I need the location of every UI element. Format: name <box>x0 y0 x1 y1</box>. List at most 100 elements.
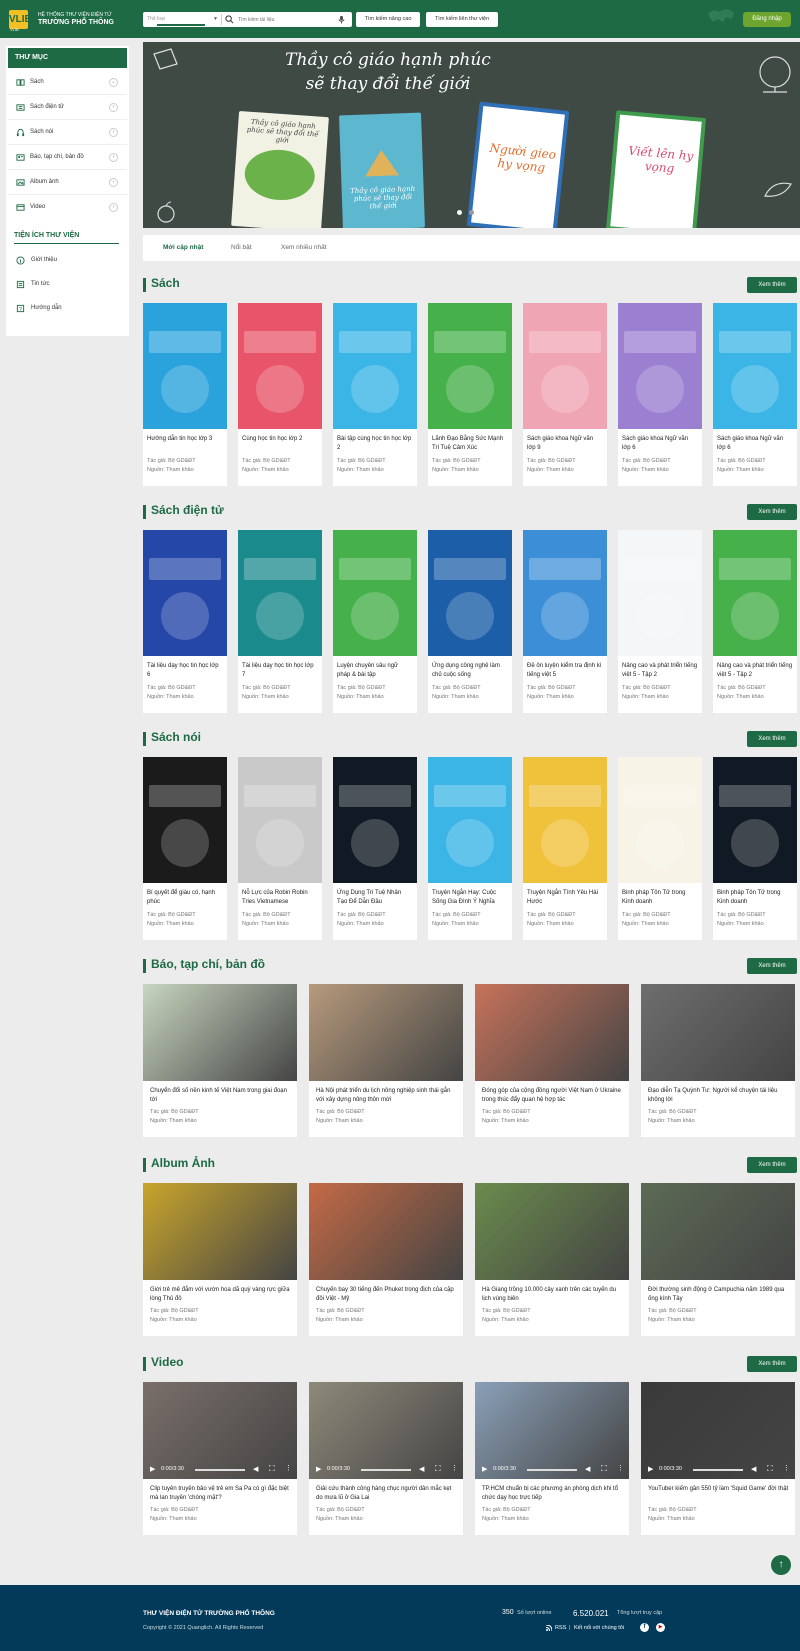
book-cover[interactable] <box>618 303 702 429</box>
interlibrary-search-button[interactable]: Tìm kiếm liên thư viện <box>426 12 498 27</box>
book-title[interactable]: Sách giáo khoa Ngữ văn lớp 9 <box>527 435 603 453</box>
book-card[interactable]: Nâng cao và phát triển tiếng việt 5 - Tậ… <box>618 530 702 713</box>
book-card[interactable]: Hướng dẫn tin học lớp 3 Tác giả: Bộ GD&ĐT… <box>143 303 227 486</box>
tab-noi-bat[interactable]: Nổi bật <box>231 244 252 251</box>
thumbnail-image[interactable] <box>641 1183 795 1280</box>
volume-icon[interactable]: ◀ <box>585 1465 590 1473</box>
book-title[interactable]: Bí quyết để giàu có, hạnh phúc <box>147 889 223 907</box>
video-progress-bar[interactable] <box>361 1469 411 1471</box>
book-title[interactable]: Luyện chuyên sâu ngữ pháp & bài tập <box>337 662 413 680</box>
book-card[interactable]: Sách giáo khoa Ngữ văn lớp 6 Tác giả: Bộ … <box>618 303 702 486</box>
play-icon[interactable]: ▶ <box>482 1465 487 1473</box>
book-card[interactable]: Đề ôn luyện kiểm tra định kì tiếng việt … <box>523 530 607 713</box>
audiobook-card[interactable]: Binh pháp Tôn Tử trong Kinh doanh Tác giả… <box>618 757 702 940</box>
video-player[interactable]: ▶ 0:00/3:30 ◀ ⛶ ⋮ <box>641 1382 795 1479</box>
thumbnail-image[interactable] <box>309 984 463 1081</box>
volume-icon[interactable]: ◀ <box>419 1465 424 1473</box>
fullscreen-icon[interactable]: ⛶ <box>767 1464 773 1474</box>
book-title[interactable]: Nỗ Lực của Robin Robin Tries Vietnamese <box>242 889 318 907</box>
video-player[interactable]: ▶ 0:00/3:30 ◀ ⛶ ⋮ <box>475 1382 629 1479</box>
book-title[interactable]: Lãnh Đạo Bằng Sức Mạnh Trí Tuệ Cảm Xúc <box>432 435 508 453</box>
book-title[interactable]: Sách giáo khoa Ngữ văn lớp 6 <box>622 435 698 453</box>
book-card[interactable]: Tài liệu dạy học tin học lớp 6 Tác giả: B… <box>143 530 227 713</box>
hero-banner[interactable]: Thầy cô giáo hạnh phúc sẽ thay đổi thế g… <box>143 42 800 228</box>
item-title[interactable]: Hà Giang trồng 10.000 cây xanh trên các … <box>482 1286 624 1304</box>
item-title[interactable]: Hà Nội phát triển du lịch nông nghiệp si… <box>316 1087 458 1105</box>
book-title[interactable]: Nâng cao và phát triển tiếng việt 5 - Tậ… <box>717 662 793 680</box>
video-card[interactable]: ▶ 0:00/3:30 ◀ ⛶ ⋮ Clip tuyên truyền bảo vệ tr… <box>143 1382 297 1535</box>
view-more-button[interactable]: Xem thêm <box>747 277 797 293</box>
book-card[interactable]: Nâng cao và phát triển tiếng việt 5 - Tậ… <box>713 530 797 713</box>
book-title[interactable]: Cùng học tin học lớp 2 <box>242 435 318 444</box>
rss-link[interactable]: RSS <box>555 1625 566 1631</box>
album-card[interactable]: Đời thường sinh động ở Campuchia năm 198… <box>641 1183 795 1336</box>
book-cover[interactable] <box>618 757 702 883</box>
book-cover[interactable] <box>333 303 417 429</box>
tab-xem-nhieu-nhat[interactable]: Xem nhiều nhất <box>281 244 327 251</box>
audiobook-card[interactable]: Ứng Dụng Trí Tuệ Nhân Tạo Để Dẫn Đầu Tác … <box>333 757 417 940</box>
view-more-button[interactable]: Xem thêm <box>747 958 797 974</box>
book-title[interactable]: Truyện Ngắn Hay: Cuộc Sống Gia Đình Ý Ng… <box>432 889 508 907</box>
fullscreen-icon[interactable]: ⛶ <box>269 1464 275 1474</box>
book-card[interactable]: Cùng học tin học lớp 2 Tác giả: Bộ GD&ĐT N… <box>238 303 322 486</box>
sidebar-item-sach[interactable]: Sách ⌄ <box>8 70 127 95</box>
view-more-button[interactable]: Xem thêm <box>747 504 797 520</box>
item-title[interactable]: Đời thường sinh động ở Campuchia năm 198… <box>648 1286 790 1304</box>
video-player[interactable]: ▶ 0:00/3:30 ◀ ⛶ ⋮ <box>143 1382 297 1479</box>
book-cover[interactable] <box>238 303 322 429</box>
book-card[interactable]: Sách giáo khoa Ngữ văn lớp 9 Tác giả: Bộ … <box>523 303 607 486</box>
book-title[interactable]: Ứng Dụng Trí Tuệ Nhân Tạo Để Dẫn Đầu <box>337 889 413 907</box>
book-cover[interactable] <box>713 530 797 656</box>
chevron-right-icon[interactable]: › <box>109 103 118 112</box>
item-title[interactable]: TP.HCM chuẩn bị các phương án phòng dịch… <box>482 1485 624 1503</box>
book-title[interactable]: Truyện Ngắn Tình Yêu Hài Hước <box>527 889 603 907</box>
item-title[interactable]: Chuyển đổi số nền kinh tế Việt Nam trong… <box>150 1087 292 1105</box>
album-card[interactable]: Hà Giang trồng 10.000 cây xanh trên các … <box>475 1183 629 1336</box>
item-title[interactable]: YouTuber kiếm gần 550 tỷ làm 'Squid Game… <box>648 1485 790 1494</box>
login-button[interactable]: Đăng nhập <box>743 12 791 27</box>
thumbnail-image[interactable] <box>475 984 629 1081</box>
chevron-right-icon[interactable]: › <box>109 153 118 162</box>
book-title[interactable]: Bài tập cùng học tin học lớp 2 <box>337 435 413 453</box>
book-card[interactable]: Sách giáo khoa Ngữ văn lớp 6 Tác giả: Bộ … <box>713 303 797 486</box>
book-cover[interactable] <box>713 757 797 883</box>
book-cover[interactable] <box>618 530 702 656</box>
audiobook-card[interactable]: Truyện Ngắn Hay: Cuộc Sống Gia Đình Ý Ng… <box>428 757 512 940</box>
search-input[interactable] <box>238 14 333 25</box>
article-card[interactable]: Chuyển đổi số nền kinh tế Việt Nam trong… <box>143 984 297 1137</box>
book-title[interactable]: Đề ôn luyện kiểm tra định kì tiếng việt … <box>527 662 603 680</box>
video-player[interactable]: ▶ 0:00/3:30 ◀ ⛶ ⋮ <box>309 1382 463 1479</box>
chevron-down-icon[interactable]: ⌄ <box>109 78 118 87</box>
book-cover[interactable] <box>428 530 512 656</box>
book-card[interactable]: Ứng dụng công nghệ làm chủ cuộc sống Tác … <box>428 530 512 713</box>
article-card[interactable]: Đóng góp của cộng đồng người Việt Nam ở … <box>475 984 629 1137</box>
play-icon[interactable]: ▶ <box>150 1465 155 1473</box>
rss-icon[interactable] <box>546 1625 552 1631</box>
utility-item-tin-tuc[interactable]: Tin tức <box>8 273 127 297</box>
book-cover[interactable] <box>428 303 512 429</box>
book-card[interactable]: Bài tập cùng học tin học lớp 2 Tác giả: B… <box>333 303 417 486</box>
play-icon[interactable]: ▶ <box>316 1465 321 1473</box>
sidebar-item-video[interactable]: Video › <box>8 195 127 220</box>
book-cover[interactable] <box>143 757 227 883</box>
play-icon[interactable]: ▶ <box>648 1465 653 1473</box>
book-cover[interactable] <box>238 757 322 883</box>
book-card[interactable]: Lãnh Đạo Bằng Sức Mạnh Trí Tuệ Cảm Xúc Tá… <box>428 303 512 486</box>
video-card[interactable]: ▶ 0:00/3:30 ◀ ⛶ ⋮ YouTuber kiếm gần 550 tỷ là… <box>641 1382 795 1535</box>
book-title[interactable]: Nâng cao và phát triển tiếng việt 5 - Tậ… <box>622 662 698 680</box>
book-title[interactable]: Sách giáo khoa Ngữ văn lớp 6 <box>717 435 793 453</box>
chevron-right-icon[interactable]: › <box>109 203 118 212</box>
audiobook-card[interactable]: Binh pháp Tôn Tử trong Kinh doanh Tác giả… <box>713 757 797 940</box>
book-cover[interactable] <box>523 530 607 656</box>
utility-item-huong-dan[interactable]: ? Hướng dẫn <box>8 297 127 321</box>
more-options-icon[interactable]: ⋮ <box>783 1464 790 1472</box>
book-cover[interactable] <box>333 757 417 883</box>
sidebar-item-bao-tap-chi[interactable]: Báo, tạp chí, bản đồ › <box>8 145 127 170</box>
article-card[interactable]: Hà Nội phát triển du lịch nông nghiệp si… <box>309 984 463 1137</box>
video-card[interactable]: ▶ 0:00/3:30 ◀ ⛶ ⋮ TP.HCM chuẩn bị các phương … <box>475 1382 629 1535</box>
advanced-search-button[interactable]: Tìm kiếm nâng cao <box>356 12 420 27</box>
video-progress-bar[interactable] <box>195 1469 245 1471</box>
book-cover[interactable] <box>143 303 227 429</box>
thumbnail-image[interactable] <box>475 1183 629 1280</box>
sidebar-item-sach-dien-tu[interactable]: Sách điện tử › <box>8 95 127 120</box>
